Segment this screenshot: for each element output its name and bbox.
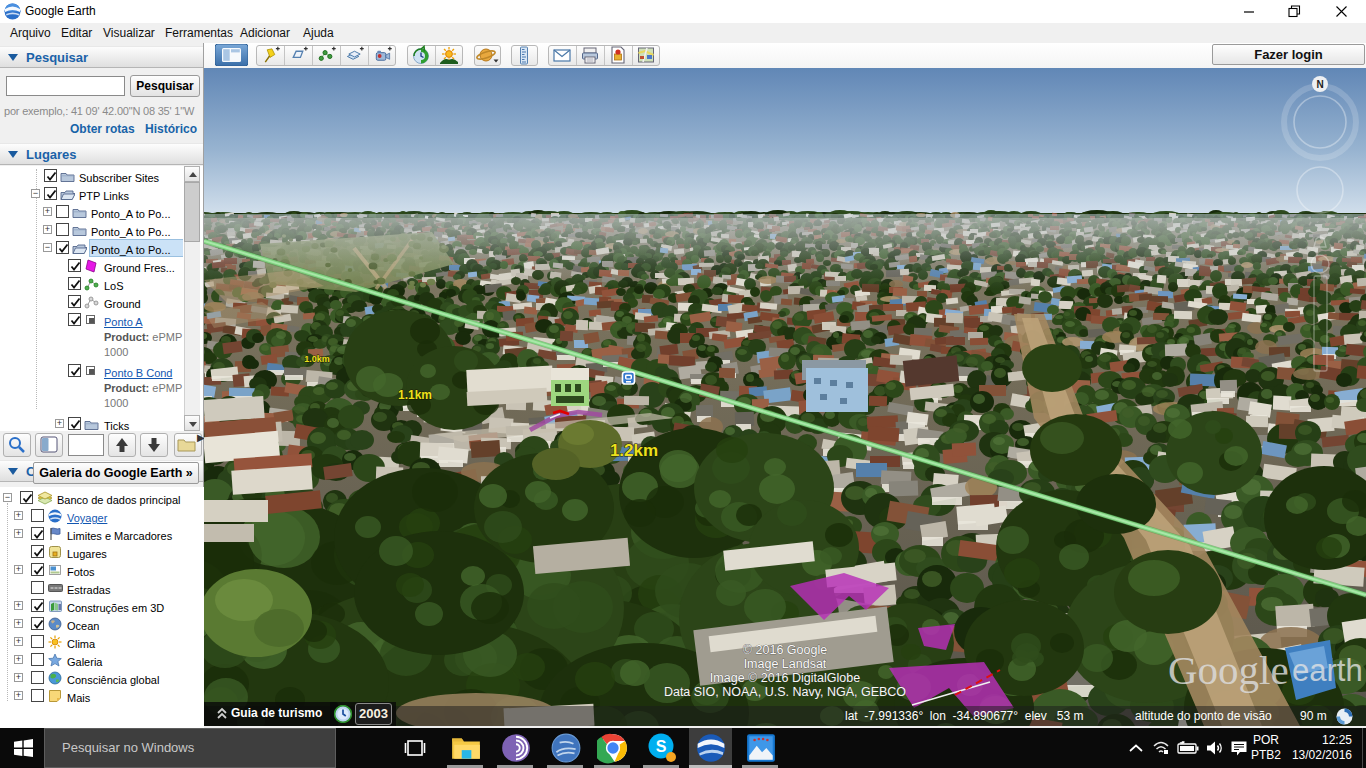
svg-text:S: S [656,738,667,755]
svg-text:Data SIO, NOAA, U.S. Navy, NGA: Data SIO, NOAA, U.S. Navy, NGA, GEBCO [664,685,906,699]
svg-text:N: N [1316,79,1323,90]
svg-text:1.1km: 1.1km [398,388,432,402]
svg-text:© 2016 Google: © 2016 Google [743,643,827,657]
svg-text:earth: earth [1292,653,1363,688]
svg-text:1.0km: 1.0km [304,354,330,364]
svg-text:Google: Google [1168,647,1289,693]
svg-text:Image Landsat: Image Landsat [744,657,827,671]
svg-text:1.2km: 1.2km [610,441,658,460]
svg-text:Image © 2016 DigitalGlobe: Image © 2016 DigitalGlobe [710,671,860,685]
